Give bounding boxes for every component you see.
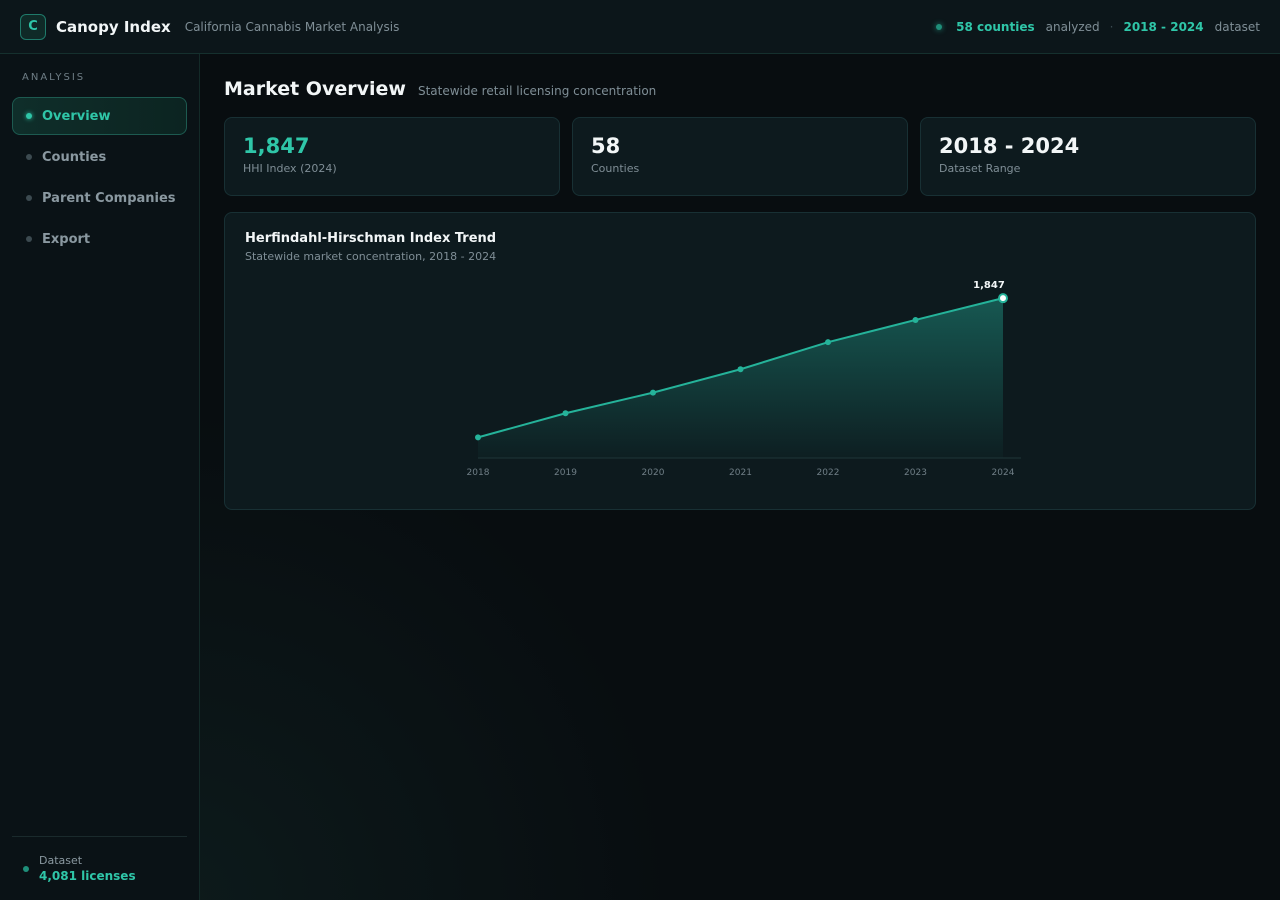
dataset-license-count: 4,081 licenses <box>39 869 136 883</box>
stat-label: Dataset Range <box>939 162 1021 175</box>
hhi-area-fill <box>478 298 1003 458</box>
data-point-2020[interactable] <box>650 389 656 396</box>
stat-cards: 1,847 HHI Index (2024) 58 Counties 2018 … <box>224 117 1256 196</box>
sidebar-item-counties[interactable]: Counties <box>12 138 187 176</box>
stat-label: HHI Index (2024) <box>243 162 337 175</box>
header-separator: · <box>1109 19 1114 34</box>
stat-value: 1,847 <box>243 134 310 158</box>
stat-card-counties: 58 Counties <box>572 117 908 196</box>
x-tick-label: 2019 <box>554 468 577 478</box>
active-dot-icon <box>26 113 32 119</box>
sidebar-nav: Overview Counties Parent Companies Expor… <box>12 97 187 261</box>
x-tick-label: 2022 <box>817 468 840 478</box>
status-dot-icon <box>936 23 943 30</box>
stat-value: 58 <box>591 134 621 158</box>
sidebar-item-label: Overview <box>42 108 111 124</box>
hhi-trend-chart: 2018 2019 2020 2021 2022 2023 2024 1,847 <box>467 280 1021 478</box>
sidebar-item-overview[interactable]: Overview <box>12 97 187 135</box>
bullet-dot-icon <box>26 195 32 201</box>
x-tick-label: 2021 <box>729 468 752 478</box>
top-header: C Canopy Index California Cannabis Marke… <box>0 0 1280 54</box>
sidebar-section-label: ANALYSIS <box>22 72 86 83</box>
data-point-2023[interactable] <box>912 316 919 323</box>
app-subtitle: California Cannabis Market Analysis <box>184 19 400 34</box>
sidebar: ANALYSIS Overview Counties Parent Compan… <box>0 54 200 900</box>
dataset-years: 2018 - 2024 <box>1123 19 1204 34</box>
logo-letter: C <box>28 19 38 34</box>
sidebar-item-export[interactable]: Export <box>12 220 187 258</box>
stat-card-range: 2018 - 2024 Dataset Range <box>920 117 1256 196</box>
bullet-dot-icon <box>26 154 32 160</box>
data-point-2018[interactable] <box>475 434 481 441</box>
data-label-latest: 1,847 <box>973 280 1005 291</box>
x-tick-label: 2020 <box>642 468 665 478</box>
data-point-2021[interactable] <box>737 366 744 373</box>
dataset-suffix: dataset <box>1214 19 1260 34</box>
data-point-2024[interactable] <box>998 293 1008 304</box>
stat-card-hhi: 1,847 HHI Index (2024) <box>224 117 560 196</box>
x-tick-label: 2023 <box>904 468 927 478</box>
dataset-summary: 58 counties analyzed · 2018 - 2024 datas… <box>936 20 1260 34</box>
x-tick-label: 2024 <box>992 468 1015 478</box>
app-logo[interactable]: C <box>20 13 46 40</box>
data-point-2019[interactable] <box>562 410 569 417</box>
dataset-dot-icon <box>23 865 29 872</box>
counties-count: 58 counties <box>956 19 1035 34</box>
sidebar-item-label: Parent Companies <box>42 190 176 206</box>
x-tick-label: 2018 <box>467 468 490 478</box>
sidebar-item-label: Counties <box>42 149 107 165</box>
data-point-2022[interactable] <box>825 339 831 346</box>
app-title: Canopy Index <box>56 17 171 36</box>
stat-value: 2018 - 2024 <box>939 134 1080 158</box>
counties-suffix: analyzed <box>1045 19 1100 34</box>
page-title: Market Overview <box>224 78 406 100</box>
hhi-trend-card: Herfindahl-Hirschman Index Trend Statewi… <box>224 212 1256 510</box>
dataset-footer: Dataset 4,081 licenses <box>12 836 187 900</box>
sidebar-item-label: Export <box>42 231 91 247</box>
dataset-label: Dataset <box>39 854 83 867</box>
sidebar-item-parent-companies[interactable]: Parent Companies <box>12 179 187 217</box>
bullet-dot-icon <box>26 236 32 242</box>
page-header: Market Overview Statewide retail licensi… <box>224 78 656 100</box>
page-subtitle: Statewide retail licensing concentration <box>417 84 657 98</box>
stat-label: Counties <box>591 162 640 175</box>
